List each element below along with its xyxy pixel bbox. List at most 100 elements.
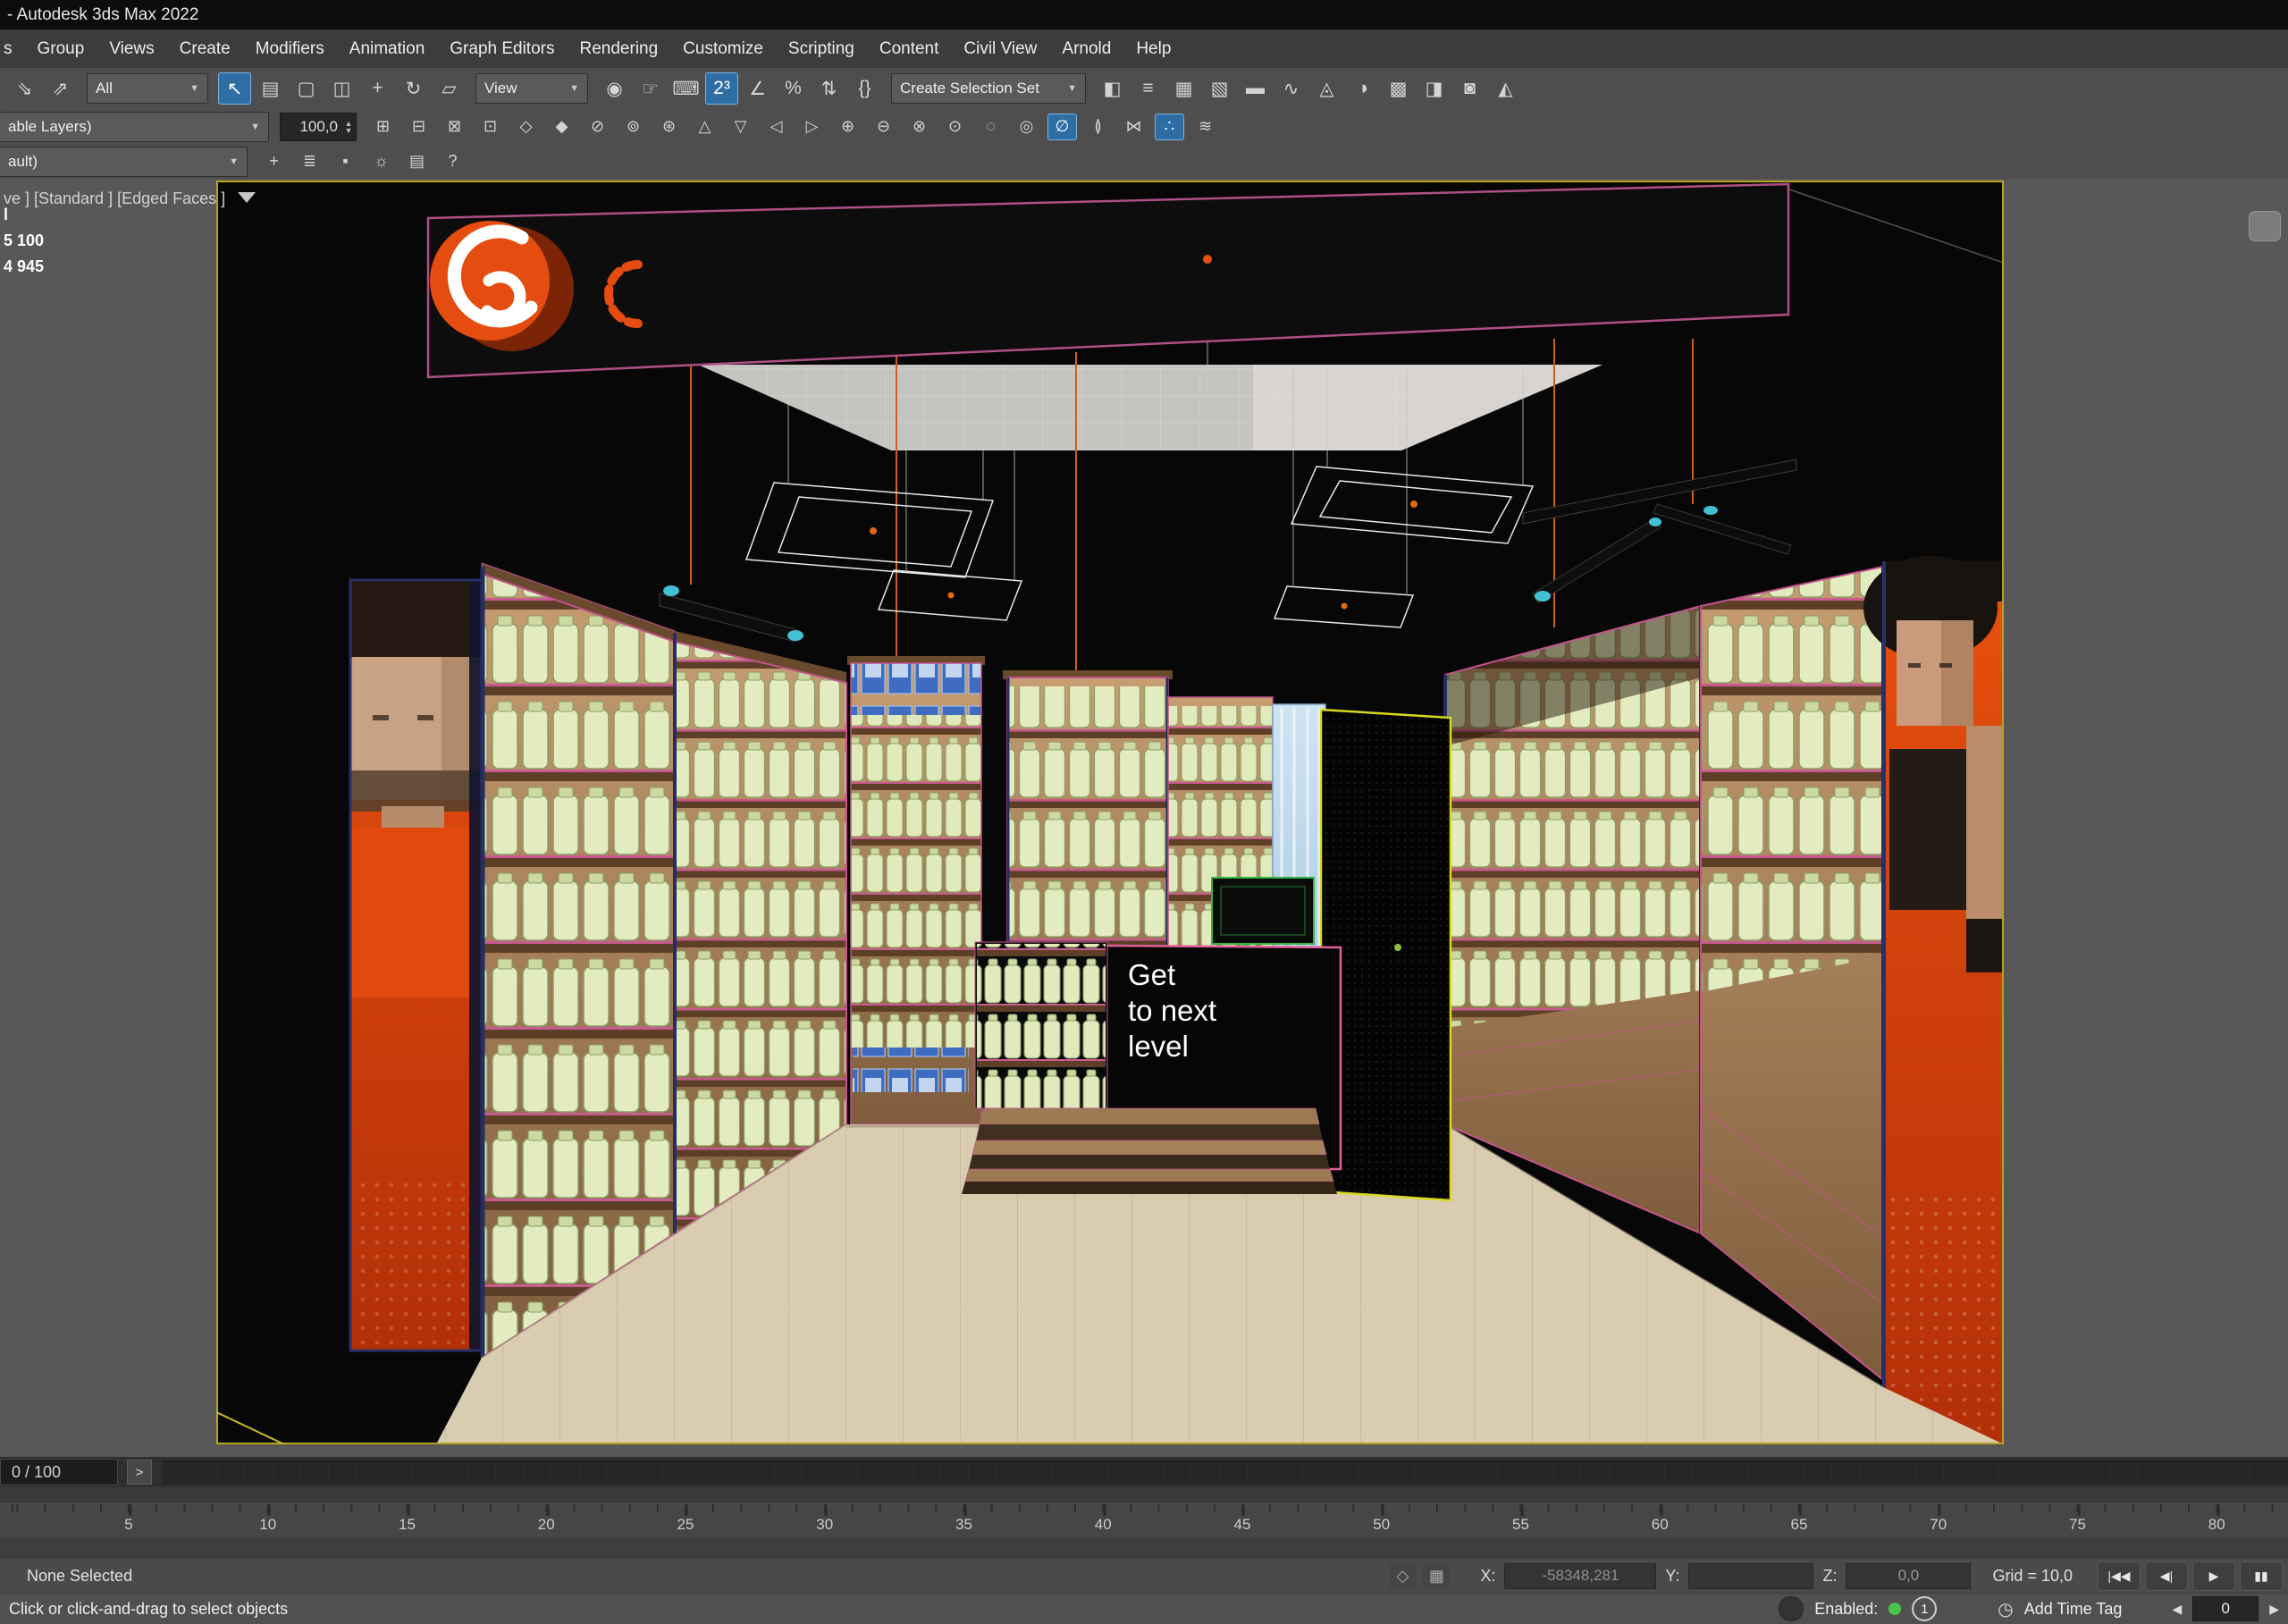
render-arnold-icon[interactable]: ◭: [1489, 72, 1522, 105]
camera-viewport[interactable]: Get to next level: [216, 181, 2004, 1444]
select-and-scale-icon[interactable]: ▱: [433, 72, 466, 105]
select-and-rotate-icon[interactable]: ↻: [397, 72, 430, 105]
select-and-manipulate-icon[interactable]: ☞: [634, 72, 667, 105]
selection-filter-dropdown[interactable]: All ▼: [87, 73, 208, 104]
menu-item-arnold[interactable]: Arnold: [1049, 29, 1123, 68]
menu-item-group[interactable]: Group: [25, 29, 97, 68]
menu-item-rendering[interactable]: Rendering: [568, 29, 671, 68]
help-icon[interactable]: ?: [438, 148, 467, 175]
named-selection-sets-icon[interactable]: {}: [848, 72, 881, 105]
layer-explorer-icon[interactable]: ▧: [1203, 72, 1236, 105]
next-frame-button[interactable]: >: [127, 1460, 152, 1485]
menu-item-scripting[interactable]: Scripting: [776, 29, 867, 68]
menu-item-graph-editors[interactable]: Graph Editors: [437, 29, 567, 68]
menu-item-content[interactable]: Content: [867, 29, 952, 68]
current-frame-field[interactable]: 0: [2192, 1596, 2259, 1621]
axis-toolbar-icon-17[interactable]: ⊙: [940, 114, 970, 140]
previous-frame-icon[interactable]: ◀|: [2145, 1561, 2188, 1591]
next-frame-icon[interactable]: ▮▮: [2240, 1561, 2283, 1591]
layer-manager-icon[interactable]: ≣: [295, 148, 324, 175]
selection-lock-icon[interactable]: ◇: [1389, 1563, 1416, 1588]
axis-toolbar-icon-18[interactable]: ◌: [976, 114, 1005, 140]
spinner-snap-icon[interactable]: ⇅: [812, 72, 845, 105]
selectable-layers-dropdown[interactable]: able Layers) ▼: [0, 112, 269, 142]
axis-toolbar-icon-08[interactable]: ⊚: [618, 114, 648, 140]
add-selection-to-layer-icon[interactable]: +: [259, 148, 289, 175]
time-slider-handle[interactable]: 0 / 100: [0, 1459, 118, 1485]
viewport-area[interactable]: Get to next level ve ] [Standard ] [Edge…: [0, 179, 2288, 1457]
ribbon-toggle-icon[interactable]: ▬: [1239, 72, 1272, 105]
axis-toolbar-icon-23[interactable]: ∴: [1155, 114, 1184, 140]
axis-toolbar-icon-02[interactable]: ⊟: [404, 114, 433, 140]
axis-toolbar-icon-06[interactable]: ◆: [547, 114, 576, 140]
menu-item-civil-view[interactable]: Civil View: [951, 29, 1049, 68]
axis-toolbar-icon-10[interactable]: △: [690, 114, 719, 140]
axis-toolbar-icon-13[interactable]: ▷: [797, 114, 827, 140]
align-icon[interactable]: ≡: [1131, 72, 1165, 105]
rectangular-selection-region-icon[interactable]: ▢: [290, 72, 323, 105]
menu-item-help[interactable]: Help: [1123, 29, 1183, 68]
menu-item-customize[interactable]: Customize: [670, 29, 776, 68]
animation-mode-button[interactable]: [1779, 1596, 1804, 1621]
axis-toolbar-icon-22[interactable]: ⋈: [1119, 114, 1148, 140]
axis-toolbar-icon-01[interactable]: ⊞: [368, 114, 398, 140]
menu-item-tools-truncated[interactable]: s: [0, 29, 25, 68]
render-setup-icon[interactable]: ▩: [1382, 72, 1415, 105]
transform-value-spinner[interactable]: 100,0 ▲▼: [280, 113, 357, 141]
axis-toolbar-icon-12[interactable]: ◁: [761, 114, 791, 140]
scene-explorer-icon[interactable]: ▦: [1167, 72, 1200, 105]
material-editor-icon[interactable]: ◑: [1346, 72, 1379, 105]
axis-toolbar-icon-03[interactable]: ⊠: [440, 114, 469, 140]
menu-item-animation[interactable]: Animation: [337, 29, 438, 68]
per-view-filter-icon[interactable]: [238, 192, 256, 203]
z-coord-field[interactable]: 0,0: [1846, 1563, 1971, 1589]
y-coord-field[interactable]: [1688, 1563, 1813, 1589]
key-step-back-icon[interactable]: ◀: [2172, 1602, 2182, 1617]
select-and-move-icon[interactable]: +: [361, 72, 394, 105]
axis-toolbar-icon-15[interactable]: ⊖: [869, 114, 898, 140]
time-ruler[interactable]: 5101520253035404550556065707580: [0, 1503, 2288, 1538]
angle-snap-icon[interactable]: ∠: [741, 72, 774, 105]
named-selection-set-dropdown[interactable]: Create Selection Set ▼: [891, 73, 1086, 104]
key-filter-icon[interactable]: 1: [1912, 1596, 1937, 1621]
axis-toolbar-icon-20[interactable]: ∅: [1047, 114, 1077, 140]
default-lighting-icon[interactable]: ☼: [366, 148, 396, 175]
window-crossing-icon[interactable]: ◫: [325, 72, 358, 105]
key-step-forward-icon[interactable]: ▶: [2269, 1602, 2279, 1617]
schematic-view-icon[interactable]: ◬: [1310, 72, 1343, 105]
menu-item-modifiers[interactable]: Modifiers: [243, 29, 337, 68]
reference-coordinate-dropdown[interactable]: View ▼: [475, 73, 588, 104]
axis-toolbar-icon-11[interactable]: ▽: [726, 114, 755, 140]
axis-toolbar-icon-19[interactable]: ◎: [1012, 114, 1041, 140]
axis-toolbar-icon-04[interactable]: ⊡: [475, 114, 505, 140]
absolute-offset-icon[interactable]: ▦: [1423, 1563, 1450, 1588]
render-production-icon[interactable]: ◙: [1453, 72, 1486, 105]
listener-icon[interactable]: ▤: [402, 148, 432, 175]
axis-toolbar-icon-09[interactable]: ⊛: [654, 114, 684, 140]
inactive-toggle-icon[interactable]: ▪: [331, 148, 360, 175]
axis-toolbar-icon-21[interactable]: ≬: [1083, 114, 1113, 140]
use-pivot-center-icon[interactable]: ◉: [598, 72, 631, 105]
percent-snap-icon[interactable]: %: [777, 72, 810, 105]
spinner-arrows-icon[interactable]: ▲▼: [341, 120, 356, 134]
menu-item-create[interactable]: Create: [167, 29, 243, 68]
select-and-link-icon[interactable]: ⇘: [8, 72, 41, 105]
go-to-start-icon[interactable]: |◀◀: [2098, 1561, 2141, 1591]
axis-toolbar-icon-24[interactable]: ≋: [1190, 114, 1220, 140]
curve-editor-icon[interactable]: ∿: [1274, 72, 1308, 105]
current-layer-dropdown[interactable]: ault) ▼: [0, 147, 248, 177]
rendered-frame-window-icon[interactable]: ◨: [1417, 72, 1451, 105]
menu-item-views[interactable]: Views: [97, 29, 166, 68]
axis-toolbar-icon-05[interactable]: ◇: [511, 114, 541, 140]
keyboard-shortcut-override-icon[interactable]: ⌨: [669, 72, 702, 105]
time-slider-track[interactable]: [161, 1460, 2288, 1485]
select-object-icon[interactable]: ↖: [218, 72, 251, 105]
mirror-icon[interactable]: ◧: [1096, 72, 1129, 105]
select-by-name-icon[interactable]: ▤: [254, 72, 287, 105]
viewport-nav-widget[interactable]: [2249, 211, 2281, 241]
play-icon[interactable]: ▶: [2192, 1561, 2235, 1591]
axis-toolbar-icon-16[interactable]: ⊗: [904, 114, 934, 140]
unlink-selection-icon[interactable]: ⇗: [44, 72, 77, 105]
add-time-tag-button[interactable]: Add Time Tag: [2024, 1600, 2123, 1619]
axis-toolbar-icon-07[interactable]: ⊘: [583, 114, 612, 140]
